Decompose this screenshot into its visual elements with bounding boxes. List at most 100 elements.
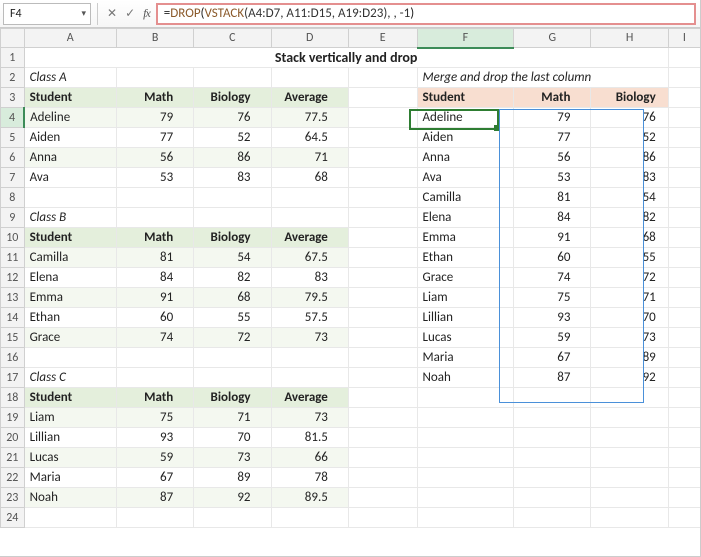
col-head-E[interactable]: E bbox=[348, 29, 417, 48]
cell-F10[interactable]: Emma bbox=[417, 228, 514, 248]
cell-A13[interactable]: Emma bbox=[24, 288, 116, 308]
cell-F4[interactable]: Adeline bbox=[417, 108, 514, 128]
cell-C18[interactable]: Biology bbox=[194, 388, 271, 408]
row-head-2[interactable]: 2 bbox=[1, 68, 25, 88]
cell-D10[interactable]: Average bbox=[271, 228, 348, 248]
cell-F16[interactable]: Maria bbox=[417, 348, 514, 368]
cell-H18[interactable] bbox=[591, 388, 668, 408]
col-head-I[interactable]: I bbox=[668, 29, 700, 48]
cell-F19[interactable] bbox=[417, 408, 514, 428]
cell-G15[interactable]: 59 bbox=[514, 328, 591, 348]
cell-A22[interactable]: Maria bbox=[24, 468, 116, 488]
cell-I23[interactable] bbox=[668, 488, 700, 508]
cell-G20[interactable] bbox=[514, 428, 591, 448]
cell-D19[interactable]: 73 bbox=[271, 408, 348, 428]
cell-D7[interactable]: 68 bbox=[271, 168, 348, 188]
worksheet[interactable]: A B C D E F G H I 1Stack vertically and … bbox=[0, 28, 700, 528]
cell-A7[interactable]: Ava bbox=[24, 168, 116, 188]
cell-A15[interactable]: Grace bbox=[24, 328, 116, 348]
row-head-14[interactable]: 14 bbox=[1, 308, 25, 328]
cell-A16[interactable] bbox=[24, 348, 116, 368]
cell-G7[interactable]: 53 bbox=[514, 168, 591, 188]
cell-C10[interactable]: Biology bbox=[194, 228, 271, 248]
cell-H9[interactable]: 82 bbox=[591, 208, 668, 228]
cell-E9[interactable] bbox=[348, 208, 417, 228]
row-head-20[interactable]: 20 bbox=[1, 428, 25, 448]
cell-B23[interactable]: 87 bbox=[116, 488, 193, 508]
cell-C7[interactable]: 83 bbox=[194, 168, 271, 188]
row-head-3[interactable]: 3 bbox=[1, 88, 25, 108]
cell-A24[interactable] bbox=[24, 508, 116, 528]
cell-C13[interactable]: 68 bbox=[194, 288, 271, 308]
cell-D14[interactable]: 57.5 bbox=[271, 308, 348, 328]
cell-G3[interactable]: Math bbox=[514, 88, 591, 108]
cell-B21[interactable]: 59 bbox=[116, 448, 193, 468]
cell-B8[interactable] bbox=[116, 188, 193, 208]
cell-G12[interactable]: 74 bbox=[514, 268, 591, 288]
col-head-B[interactable]: B bbox=[116, 29, 193, 48]
cell-A14[interactable]: Ethan bbox=[24, 308, 116, 328]
cell-G13[interactable]: 75 bbox=[514, 288, 591, 308]
cell-F11[interactable]: Ethan bbox=[417, 248, 514, 268]
row-head-6[interactable]: 6 bbox=[1, 148, 25, 168]
row-head-21[interactable]: 21 bbox=[1, 448, 25, 468]
cell-B20[interactable]: 93 bbox=[116, 428, 193, 448]
cell-F13[interactable]: Liam bbox=[417, 288, 514, 308]
chevron-down-icon[interactable]: ▾ bbox=[81, 8, 86, 19]
cell-H11[interactable]: 55 bbox=[591, 248, 668, 268]
cell-F7[interactable]: Ava bbox=[417, 168, 514, 188]
col-head-F[interactable]: F bbox=[417, 29, 514, 48]
cell-I19[interactable] bbox=[668, 408, 700, 428]
cell-B3[interactable]: Math bbox=[116, 88, 193, 108]
cell-I1[interactable] bbox=[668, 48, 700, 68]
cell-A19[interactable]: Liam bbox=[24, 408, 116, 428]
cell-E3[interactable] bbox=[348, 88, 417, 108]
cell-C5[interactable]: 52 bbox=[194, 128, 271, 148]
cell-I16[interactable] bbox=[668, 348, 700, 368]
cell-I14[interactable] bbox=[668, 308, 700, 328]
class-c-label[interactable]: Class C bbox=[24, 368, 116, 388]
cell-D5[interactable]: 64.5 bbox=[271, 128, 348, 148]
cell-I9[interactable] bbox=[668, 208, 700, 228]
cell-B19[interactable]: 75 bbox=[116, 408, 193, 428]
cell-B9[interactable] bbox=[116, 208, 193, 228]
cell-G6[interactable]: 56 bbox=[514, 148, 591, 168]
class-a-label[interactable]: Class A bbox=[24, 68, 116, 88]
cell-G14[interactable]: 93 bbox=[514, 308, 591, 328]
cell-I15[interactable] bbox=[668, 328, 700, 348]
class-b-label[interactable]: Class B bbox=[24, 208, 116, 228]
cell-H20[interactable] bbox=[591, 428, 668, 448]
cell-D20[interactable]: 81.5 bbox=[271, 428, 348, 448]
cell-B4[interactable]: 79 bbox=[116, 108, 193, 128]
cell-D4[interactable]: 77.5 bbox=[271, 108, 348, 128]
cell-C19[interactable]: 71 bbox=[194, 408, 271, 428]
cell-E21[interactable] bbox=[348, 448, 417, 468]
cell-H12[interactable]: 72 bbox=[591, 268, 668, 288]
page-title[interactable]: Stack vertically and drop bbox=[24, 48, 668, 68]
cell-H8[interactable]: 54 bbox=[591, 188, 668, 208]
cell-A10[interactable]: Student bbox=[24, 228, 116, 248]
cell-C12[interactable]: 82 bbox=[194, 268, 271, 288]
cell-C20[interactable]: 70 bbox=[194, 428, 271, 448]
row-head-22[interactable]: 22 bbox=[1, 468, 25, 488]
row-head-7[interactable]: 7 bbox=[1, 168, 25, 188]
cell-D9[interactable] bbox=[271, 208, 348, 228]
cell-H17[interactable]: 92 bbox=[591, 368, 668, 388]
cell-D22[interactable]: 78 bbox=[271, 468, 348, 488]
cell-G10[interactable]: 91 bbox=[514, 228, 591, 248]
cell-F22[interactable] bbox=[417, 468, 514, 488]
cell-B6[interactable]: 56 bbox=[116, 148, 193, 168]
cell-A11[interactable]: Camilla bbox=[24, 248, 116, 268]
cell-A18[interactable]: Student bbox=[24, 388, 116, 408]
cell-I21[interactable] bbox=[668, 448, 700, 468]
cell-E15[interactable] bbox=[348, 328, 417, 348]
cell-H3[interactable]: Biology bbox=[591, 88, 668, 108]
cell-C11[interactable]: 54 bbox=[194, 248, 271, 268]
cell-H22[interactable] bbox=[591, 468, 668, 488]
cell-H6[interactable]: 86 bbox=[591, 148, 668, 168]
cell-A4[interactable]: Adeline bbox=[24, 108, 116, 128]
cell-I6[interactable] bbox=[668, 148, 700, 168]
cell-H10[interactable]: 68 bbox=[591, 228, 668, 248]
cell-I7[interactable] bbox=[668, 168, 700, 188]
row-head-18[interactable]: 18 bbox=[1, 388, 25, 408]
